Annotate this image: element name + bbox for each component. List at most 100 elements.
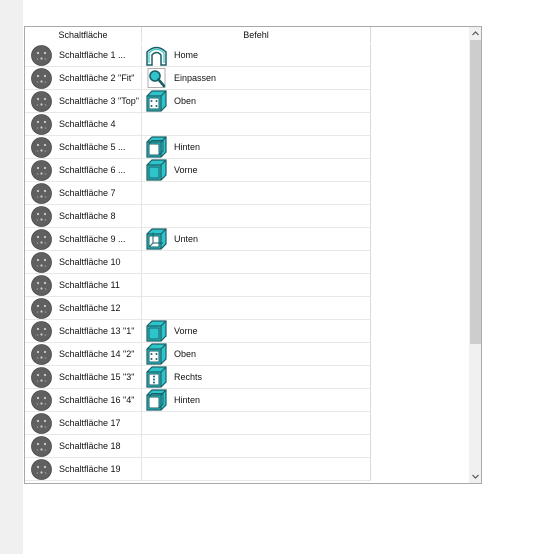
scroll-down-arrow-icon[interactable] [469, 470, 481, 483]
command-cell[interactable] [142, 251, 371, 274]
command-label: Oben [174, 349, 197, 359]
mouse-button-icon [31, 229, 52, 250]
button-cell[interactable]: Schaltfläche 5 ... [25, 136, 142, 159]
mouse-button-icon [31, 298, 52, 319]
button-cell[interactable]: Schaltfläche 2 "Fit" [25, 67, 142, 90]
table-row[interactable]: Schaltfläche 11 [25, 274, 470, 297]
button-cell[interactable]: Schaltfläche 16 "4" [25, 389, 142, 412]
command-cell[interactable]: Oben [142, 90, 371, 113]
table-row[interactable]: Schaltfläche 2 "Fit" Einpassen [25, 67, 470, 90]
mouse-button-icon [31, 344, 52, 365]
button-label: Schaltfläche 6 ... [59, 165, 126, 175]
button-cell[interactable]: Schaltfläche 15 "3" [25, 366, 142, 389]
command-cell[interactable]: Hinten [142, 389, 371, 412]
cube-back-view-icon [145, 136, 168, 159]
command-cell[interactable]: Vorne [142, 159, 371, 182]
grid-rows: Schaltfläche 1 ... Home Schaltfläche 2 "Fi… [25, 44, 470, 481]
command-cell[interactable]: Rechts [142, 366, 371, 389]
table-row[interactable]: Schaltfläche 3 "Top" Oben [25, 90, 470, 113]
column-header-command[interactable]: Befehl [142, 27, 371, 43]
command-label: Vorne [174, 165, 198, 175]
table-row[interactable]: Schaltfläche 8 [25, 205, 470, 228]
button-cell[interactable]: Schaltfläche 7 [25, 182, 142, 205]
button-cell[interactable]: Schaltfläche 10 [25, 251, 142, 274]
command-cell[interactable]: Einpassen [142, 67, 371, 90]
button-label: Schaltfläche 2 "Fit" [59, 73, 135, 83]
button-cell[interactable]: Schaltfläche 14 "2" [25, 343, 142, 366]
table-row[interactable]: Schaltfläche 4 [25, 113, 470, 136]
table-row[interactable]: Schaltfläche 13 "1" Vorne [25, 320, 470, 343]
button-cell[interactable]: Schaltfläche 18 [25, 435, 142, 458]
command-cell[interactable]: Unten [142, 228, 371, 251]
command-cell[interactable]: Vorne [142, 320, 371, 343]
command-cell[interactable] [142, 182, 371, 205]
table-row[interactable]: Schaltfläche 10 [25, 251, 470, 274]
mouse-button-icon [31, 390, 52, 411]
button-label: Schaltfläche 1 ... [59, 50, 126, 60]
button-cell[interactable]: Schaltfläche 13 "1" [25, 320, 142, 343]
table-row[interactable]: Schaltfläche 1 ... Home [25, 44, 470, 67]
command-cell[interactable] [142, 435, 371, 458]
table-row[interactable]: Schaltfläche 16 "4" Hinten [25, 389, 470, 412]
vertical-scrollbar[interactable] [469, 27, 481, 483]
button-cell[interactable]: Schaltfläche 12 [25, 297, 142, 320]
button-cell[interactable]: Schaltfläche 3 "Top" [25, 90, 142, 113]
table-row[interactable]: Schaltfläche 7 [25, 182, 470, 205]
command-label: Home [174, 50, 199, 60]
table-row[interactable]: Schaltfläche 5 ... Hinten [25, 136, 470, 159]
cube-top-view-icon [145, 343, 168, 366]
button-cell[interactable]: Schaltfläche 6 ... [25, 159, 142, 182]
column-header-button[interactable]: Schaltfläche [25, 27, 142, 43]
mouse-button-icon [31, 321, 52, 342]
cube-top-view-icon [145, 90, 168, 113]
command-label: Einpassen [174, 73, 217, 83]
table-row[interactable]: Schaltfläche 14 "2" Oben [25, 343, 470, 366]
scroll-up-arrow-icon[interactable] [469, 27, 481, 40]
table-row[interactable]: Schaltfläche 18 [25, 435, 470, 458]
button-cell[interactable]: Schaltfläche 11 [25, 274, 142, 297]
button-label: Schaltfläche 4 [59, 119, 116, 129]
mouse-button-icon [31, 436, 52, 457]
cube-bottom-view-icon [145, 228, 168, 251]
command-label: Oben [174, 96, 197, 106]
mouse-button-icon [31, 367, 52, 388]
table-row[interactable]: Schaltfläche 9 ... Unten [25, 228, 470, 251]
mouse-button-icon [31, 114, 52, 135]
table-row[interactable]: Schaltfläche 19 [25, 458, 470, 481]
button-label: Schaltfläche 5 ... [59, 142, 126, 152]
command-cell[interactable] [142, 113, 371, 136]
cube-right-view-icon [145, 366, 168, 389]
mouse-button-icon [31, 91, 52, 112]
button-label: Schaltfläche 10 [59, 257, 121, 267]
command-cell[interactable] [142, 412, 371, 435]
button-label: Schaltfläche 18 [59, 441, 121, 451]
command-label: Vorne [174, 326, 198, 336]
grid-header: Schaltfläche Befehl [25, 27, 470, 43]
command-label: Hinten [174, 142, 201, 152]
table-row[interactable]: Schaltfläche 15 "3" Rechts [25, 366, 470, 389]
button-cell[interactable]: Schaltfläche 19 [25, 458, 142, 481]
home-icon [145, 44, 168, 67]
table-row[interactable]: Schaltfläche 17 [25, 412, 470, 435]
fit-zoom-icon [145, 67, 168, 90]
table-row[interactable]: Schaltfläche 12 [25, 297, 470, 320]
button-cell[interactable]: Schaltfläche 9 ... [25, 228, 142, 251]
command-cell[interactable] [142, 297, 371, 320]
command-cell[interactable] [142, 458, 371, 481]
button-cell[interactable]: Schaltfläche 4 [25, 113, 142, 136]
command-cell[interactable]: Home [142, 44, 371, 67]
button-cell[interactable]: Schaltfläche 17 [25, 412, 142, 435]
button-cell[interactable]: Schaltfläche 8 [25, 205, 142, 228]
scrollbar-thumb[interactable] [470, 40, 481, 344]
mouse-button-icon [31, 68, 52, 89]
button-label: Schaltfläche 15 "3" [59, 372, 135, 382]
button-cell[interactable]: Schaltfläche 1 ... [25, 44, 142, 67]
command-cell[interactable] [142, 274, 371, 297]
button-label: Schaltfläche 9 ... [59, 234, 126, 244]
button-mapping-grid[interactable]: Schaltfläche Befehl Schaltfläche 1 ... Ho… [24, 26, 482, 484]
command-cell[interactable]: Oben [142, 343, 371, 366]
button-label: Schaltfläche 16 "4" [59, 395, 135, 405]
command-cell[interactable]: Hinten [142, 136, 371, 159]
table-row[interactable]: Schaltfläche 6 ... Vorne [25, 159, 470, 182]
command-cell[interactable] [142, 205, 371, 228]
